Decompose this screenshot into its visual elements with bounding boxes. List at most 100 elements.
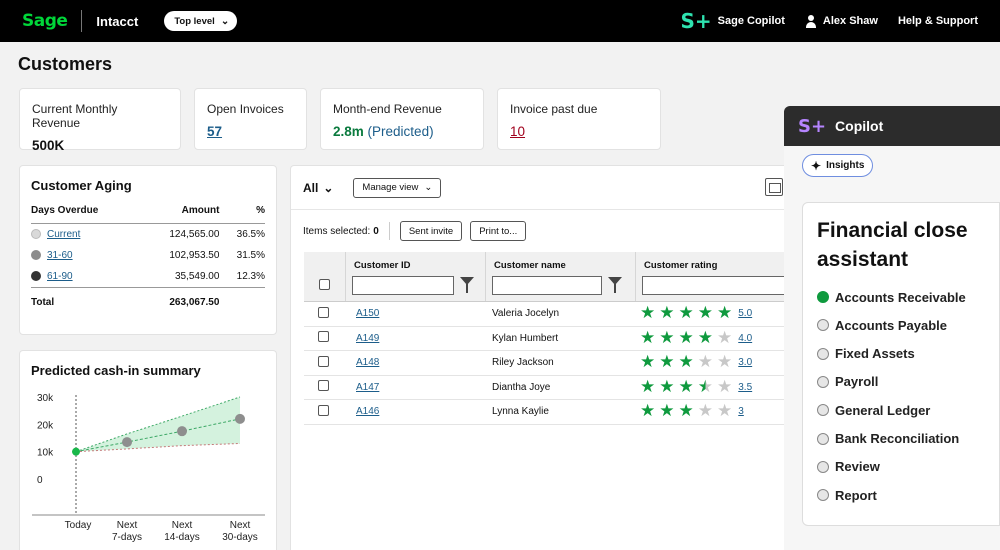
aging-link-current[interactable]: Current (47, 229, 80, 240)
kpi-value: 2.8m (Predicted) (333, 124, 471, 139)
filter-icon[interactable] (608, 277, 622, 293)
table-row[interactable]: A146 Lynna Kaylie ★ ★ ★ ★ ★ 3 (304, 400, 794, 425)
entity-level-dropdown[interactable]: Top level ⌄ (164, 11, 238, 31)
step-label: Fixed Assets (835, 346, 915, 362)
open-invoices-link[interactable]: 57 (207, 124, 294, 139)
customer-rating-filter-input[interactable] (642, 276, 787, 295)
copilot-s-icon: S+ (798, 115, 827, 137)
row-checkbox[interactable] (318, 404, 329, 416)
rating-value-link[interactable]: 5.0 (738, 308, 752, 319)
customer-id-link[interactable]: A148 (356, 357, 379, 368)
rating-value-link[interactable]: 4.0 (738, 333, 752, 344)
sent-invite-button[interactable]: Sent invite (399, 221, 463, 241)
legend-dot (31, 271, 41, 282)
row-checkbox-cell (304, 380, 346, 394)
items-selected-count: 0 (373, 225, 379, 237)
pending-status-icon (817, 404, 829, 417)
customer-id-cell: A148 (346, 357, 486, 368)
kpi-card-monthly-revenue: Current Monthly Revenue 500K (19, 88, 181, 153)
customer-id-cell: A150 (346, 308, 486, 319)
close-step-item[interactable]: Accounts Payable (817, 311, 999, 339)
sage-copilot-label: Sage Copilot (717, 15, 785, 27)
filter-all-label: All (303, 180, 319, 195)
user-menu[interactable]: Alex Shaw (805, 14, 878, 28)
y-tick-label: 10k (37, 448, 54, 459)
step-label: Payroll (835, 374, 879, 390)
step-label: General Ledger (835, 402, 931, 418)
star-icon: ★ (717, 401, 733, 422)
customer-name-cell: Kylan Humbert (492, 332, 559, 344)
select-all-checkbox[interactable] (319, 279, 330, 290)
customer-id-filter-input[interactable] (352, 276, 454, 295)
rating-value-link[interactable]: 3.0 (738, 357, 752, 368)
rating-value-link[interactable]: 3.5 (738, 382, 752, 393)
customer-rating-cell: ★ ★ ★ ★ ★ 3.0 (636, 354, 794, 371)
row-checkbox-cell (304, 306, 346, 321)
row-checkbox-cell (304, 404, 346, 419)
total-row: Total 263,067.50 (31, 287, 265, 313)
legend-dot (31, 229, 41, 240)
x-tick-label: Next (172, 520, 193, 531)
customer-aging-card: Customer Aging Days Overdue Amount % Cur… (19, 165, 277, 335)
rating-value-link[interactable]: 3 (738, 406, 744, 417)
row-checkbox[interactable] (318, 380, 329, 392)
table-row[interactable]: A149 Kylan Humbert ★ ★ ★ ★ ★ 4.0 (304, 327, 794, 351)
filter-icon[interactable] (460, 277, 474, 293)
close-step-item[interactable]: Fixed Assets (817, 340, 999, 368)
customer-id-link[interactable]: A150 (356, 308, 379, 319)
row-checkbox[interactable] (318, 306, 329, 318)
star-icon: ★ (659, 352, 675, 373)
cash-in-chart: 30k20k10k0Today Next7-daysNext14-daysNext… (32, 393, 265, 543)
col-customer-rating-label: Customer rating (644, 260, 718, 271)
table-row[interactable]: A147 Diantha Joye ★ ★ ★ ★ ★ 3.5 (304, 376, 794, 400)
print-to-button[interactable]: Print to... (470, 221, 527, 241)
close-step-item[interactable]: Bank Reconciliation (817, 424, 999, 452)
pending-status-icon (817, 319, 829, 332)
customer-id-link[interactable]: A146 (356, 406, 379, 417)
user-name: Alex Shaw (822, 15, 878, 27)
customer-id-link[interactable]: A147 (356, 382, 379, 393)
entity-level-label: Top level (174, 15, 215, 27)
kpi-card-month-end-revenue: Month-end Revenue 2.8m (Predicted) (320, 88, 484, 150)
col-customer-id: Customer ID (346, 252, 486, 301)
close-step-item[interactable]: Report (817, 481, 999, 509)
table-row[interactable]: A150 Valeria Jocelyn ★ ★ ★ ★ ★ 5.0 (304, 302, 794, 327)
x-tick-label: 14-days (164, 532, 200, 543)
manage-view-dropdown[interactable]: Manage view ⌄ (353, 177, 442, 198)
aging-link-31-60[interactable]: 31-60 (47, 250, 73, 261)
table-row[interactable]: A148 Riley Jackson ★ ★ ★ ★ ★ 3.0 (304, 351, 794, 376)
customer-id-link[interactable]: A149 (356, 333, 379, 344)
financial-close-assistant-card: Financial close assistant Accounts Recei… (802, 202, 1000, 526)
sage-copilot-button[interactable]: S+ Sage Copilot (681, 11, 785, 31)
kpi-label: Current Monthly Revenue (32, 102, 118, 130)
prediction-point (177, 426, 187, 437)
close-step-item[interactable]: Payroll (817, 368, 999, 396)
column-settings-icon[interactable] (765, 178, 783, 196)
close-step-item[interactable]: Accounts Receivable (817, 283, 999, 311)
percent-cell: 12.3% (236, 271, 265, 282)
insights-button[interactable]: ✦ Insights (802, 154, 874, 177)
star-icon: ★ (678, 401, 694, 422)
help-support-link[interactable]: Help & Support (898, 15, 978, 27)
percent-cell: 31.5% (236, 250, 265, 261)
total-amount: 263,067.50 (139, 287, 220, 313)
aging-link-61-90[interactable]: 61-90 (47, 271, 73, 282)
kpi-card-invoice-past-due: Invoice past due 10 (497, 88, 661, 150)
filter-all-dropdown[interactable]: All ⌄ (303, 181, 333, 195)
x-tick-label: Today (65, 520, 92, 531)
close-step-item[interactable]: Review (817, 453, 999, 481)
star-icon: ★ (717, 352, 733, 373)
col-days-overdue: Days Overdue (31, 205, 140, 224)
pending-status-icon (817, 375, 829, 388)
sage-logo[interactable]: Sage (22, 11, 68, 31)
customer-name-filter-input[interactable] (492, 276, 602, 295)
step-label: Bank Reconciliation (835, 431, 960, 447)
row-checkbox[interactable] (318, 355, 329, 367)
star-icon: ★ (697, 401, 713, 422)
star-icon: ★ (640, 401, 656, 422)
table-toolbar: All ⌄ Manage view ⌄ (291, 166, 789, 210)
close-step-item[interactable]: General Ledger (817, 396, 999, 424)
row-checkbox[interactable] (318, 331, 329, 343)
aging-table: Days Overdue Amount % Current 124,565.00… (31, 205, 265, 313)
past-due-link[interactable]: 10 (510, 124, 648, 139)
